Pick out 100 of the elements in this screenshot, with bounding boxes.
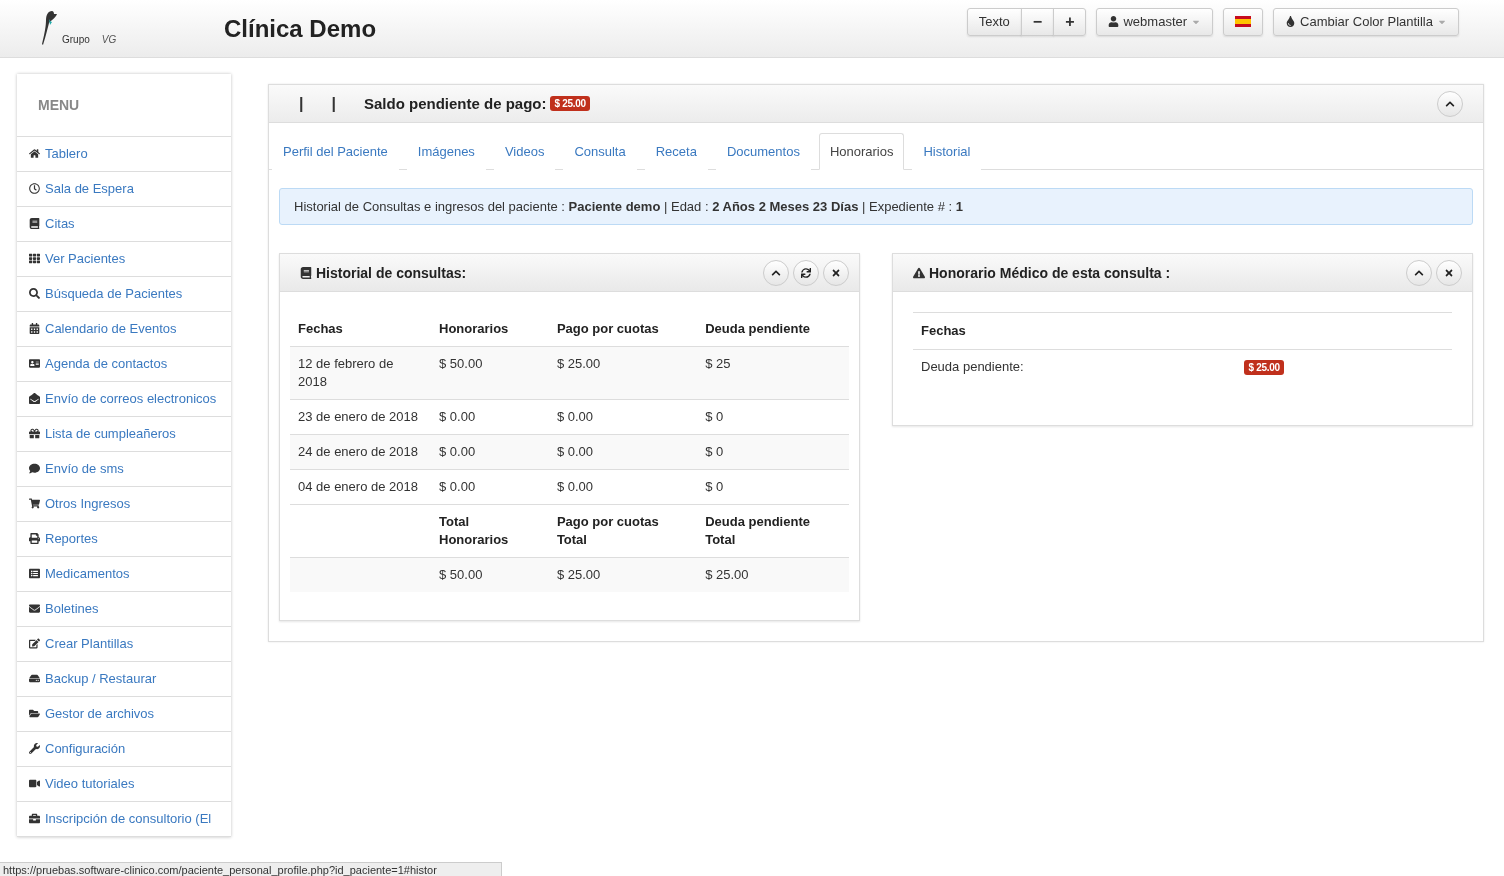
decrease-text-button[interactable]: −: [1020, 7, 1055, 36]
close-button[interactable]: [823, 259, 849, 286]
table-cell: 24 de enero de 2018: [290, 434, 431, 470]
user-menu-button[interactable]: webmaster: [1096, 7, 1214, 36]
table-cell: 04 de enero de 2018: [290, 469, 431, 505]
envelope-icon: [29, 393, 40, 404]
column-header: Deuda pendiente: [697, 302, 849, 347]
book-icon: [300, 266, 312, 279]
total-header: Deuda pendiente Total: [697, 504, 849, 558]
menu-item[interactable]: Medicamentos: [17, 557, 231, 592]
menu-item[interactable]: Agenda de contactos: [17, 347, 231, 382]
envelope-icon: [29, 603, 40, 614]
menu-item[interactable]: Calendario de Eventos: [17, 312, 231, 347]
balance-badge: $ 25.00: [550, 96, 590, 111]
menu-title: MENU: [17, 74, 231, 137]
speech-bubble-icon: [29, 463, 40, 474]
edit-icon: [29, 638, 40, 649]
close-button[interactable]: [1436, 259, 1462, 286]
drop-icon: [1285, 16, 1297, 27]
table-cell: $ 0.00: [431, 469, 549, 505]
menu-item[interactable]: Sala de Espera: [17, 172, 231, 207]
book-icon: [29, 218, 40, 229]
table-cell: $ 0.00: [548, 469, 698, 505]
patient-info-alert: Historial de Consultas e ingresos del paciente : Paciente demo | Edad : 2 Años 2 Meses 23 Días | Expediente # : 1: [279, 188, 1473, 225]
search-icon: [29, 288, 40, 299]
card-icon: [29, 358, 40, 369]
gift-icon: [29, 428, 40, 439]
tab[interactable]: Honorarios: [818, 133, 905, 170]
table-cell: $ 0.00: [431, 434, 549, 470]
table-cell: $ 25.00: [548, 346, 698, 400]
cart-icon: [29, 498, 40, 509]
menu-item[interactable]: Reportes: [17, 522, 231, 557]
clock-icon: [29, 183, 40, 194]
separator-text: |: [331, 94, 336, 113]
menu-item[interactable]: Gestor de archivos: [17, 697, 231, 732]
table-cell: $ 50.00: [431, 346, 549, 400]
menu-item[interactable]: Envío de sms: [17, 452, 231, 487]
folder-icon: [29, 708, 40, 719]
text-size-button[interactable]: Texto: [966, 7, 1022, 36]
table-cell: 23 de enero de 2018: [290, 399, 431, 435]
flag-icon: [1235, 16, 1252, 27]
table-cell: Deuda pendiente:: [913, 349, 1237, 385]
close-icon: [831, 267, 841, 278]
separator-text: |: [299, 94, 304, 113]
table-cell: $ 0.00: [548, 399, 698, 435]
menu-item[interactable]: Backup / Restaurar: [17, 662, 231, 697]
warning-icon: [913, 266, 925, 279]
menu-item[interactable]: Boletines: [17, 592, 231, 627]
amount-badge: $ 25.00: [1244, 360, 1284, 375]
total-header: Pago por cuotas Total: [548, 504, 698, 558]
table-cell: $ 25: [697, 346, 849, 400]
printer-icon: [29, 533, 40, 544]
menu-item[interactable]: Crear Plantillas: [17, 627, 231, 662]
table-cell: $ 0: [697, 399, 849, 435]
menu-item[interactable]: Tablero: [17, 137, 231, 172]
table-cell: $ 0.00: [431, 399, 549, 435]
refresh-button[interactable]: [793, 259, 819, 286]
app-title: Clínica Demo: [224, 14, 378, 43]
drive-icon: [29, 673, 40, 684]
menu-item[interactable]: Video tutoriales: [17, 767, 231, 802]
briefcase-icon: [29, 813, 40, 824]
menu-item[interactable]: Otros Ingresos: [17, 487, 231, 522]
column-header: Pago por cuotas: [548, 302, 698, 347]
menu-item[interactable]: Búsqueda de Pacientes: [17, 277, 231, 312]
column-header: Fechas: [913, 312, 1452, 350]
menu-item[interactable]: Envío de correos electronicos: [17, 382, 231, 417]
table-cell: $ 50.00: [431, 557, 549, 592]
total-header: Total Honorarios: [431, 504, 549, 558]
theme-color-button[interactable]: Cambiar Color Plantilla: [1273, 7, 1459, 36]
language-button[interactable]: [1223, 7, 1264, 36]
menu-item[interactable]: Ver Pacientes: [17, 242, 231, 277]
table-cell: $ 25.00: [697, 557, 849, 592]
video-camera-icon: [29, 778, 40, 789]
table-cell: $ 0: [697, 469, 849, 505]
collapse-button[interactable]: [1437, 90, 1463, 117]
menu-item[interactable]: Inscripción de consultorio (El: [17, 802, 231, 837]
table-cell: $ 0.00: [548, 434, 698, 470]
column-header: Fechas: [290, 302, 431, 347]
menu-item[interactable]: Citas: [17, 207, 231, 242]
user-icon: [1108, 16, 1120, 27]
increase-text-button[interactable]: +: [1053, 7, 1087, 36]
menu-item[interactable]: Configuración: [17, 732, 231, 767]
home-icon: [29, 148, 40, 159]
logo-text: Grupo: [62, 33, 90, 45]
close-icon: [1444, 267, 1454, 278]
list-icon: [29, 568, 40, 579]
table-cell: 12 de febrero de 2018: [290, 346, 431, 400]
table-cell: $ 0: [697, 434, 849, 470]
widget-title: Honorario Médico de esta consulta :: [929, 264, 1171, 281]
column-header: Honorarios: [431, 302, 549, 347]
menu-item[interactable]: Lista de cumpleañeros: [17, 417, 231, 452]
grid-icon: [29, 253, 40, 264]
wrench-icon: [29, 743, 40, 754]
table-cell: $ 25.00: [548, 557, 698, 592]
panel-title: Saldo pendiente de pago:: [363, 95, 547, 112]
refresh-icon: [801, 267, 811, 278]
status-bar-url: https://pruebas.software-clinico.com/paciente_personal_profile.php?id_paciente=1#histor: [0, 862, 502, 876]
calendar-icon: [29, 323, 40, 334]
widget-title: Historial de consultas:: [316, 264, 467, 281]
logo-text: VG: [101, 33, 117, 45]
